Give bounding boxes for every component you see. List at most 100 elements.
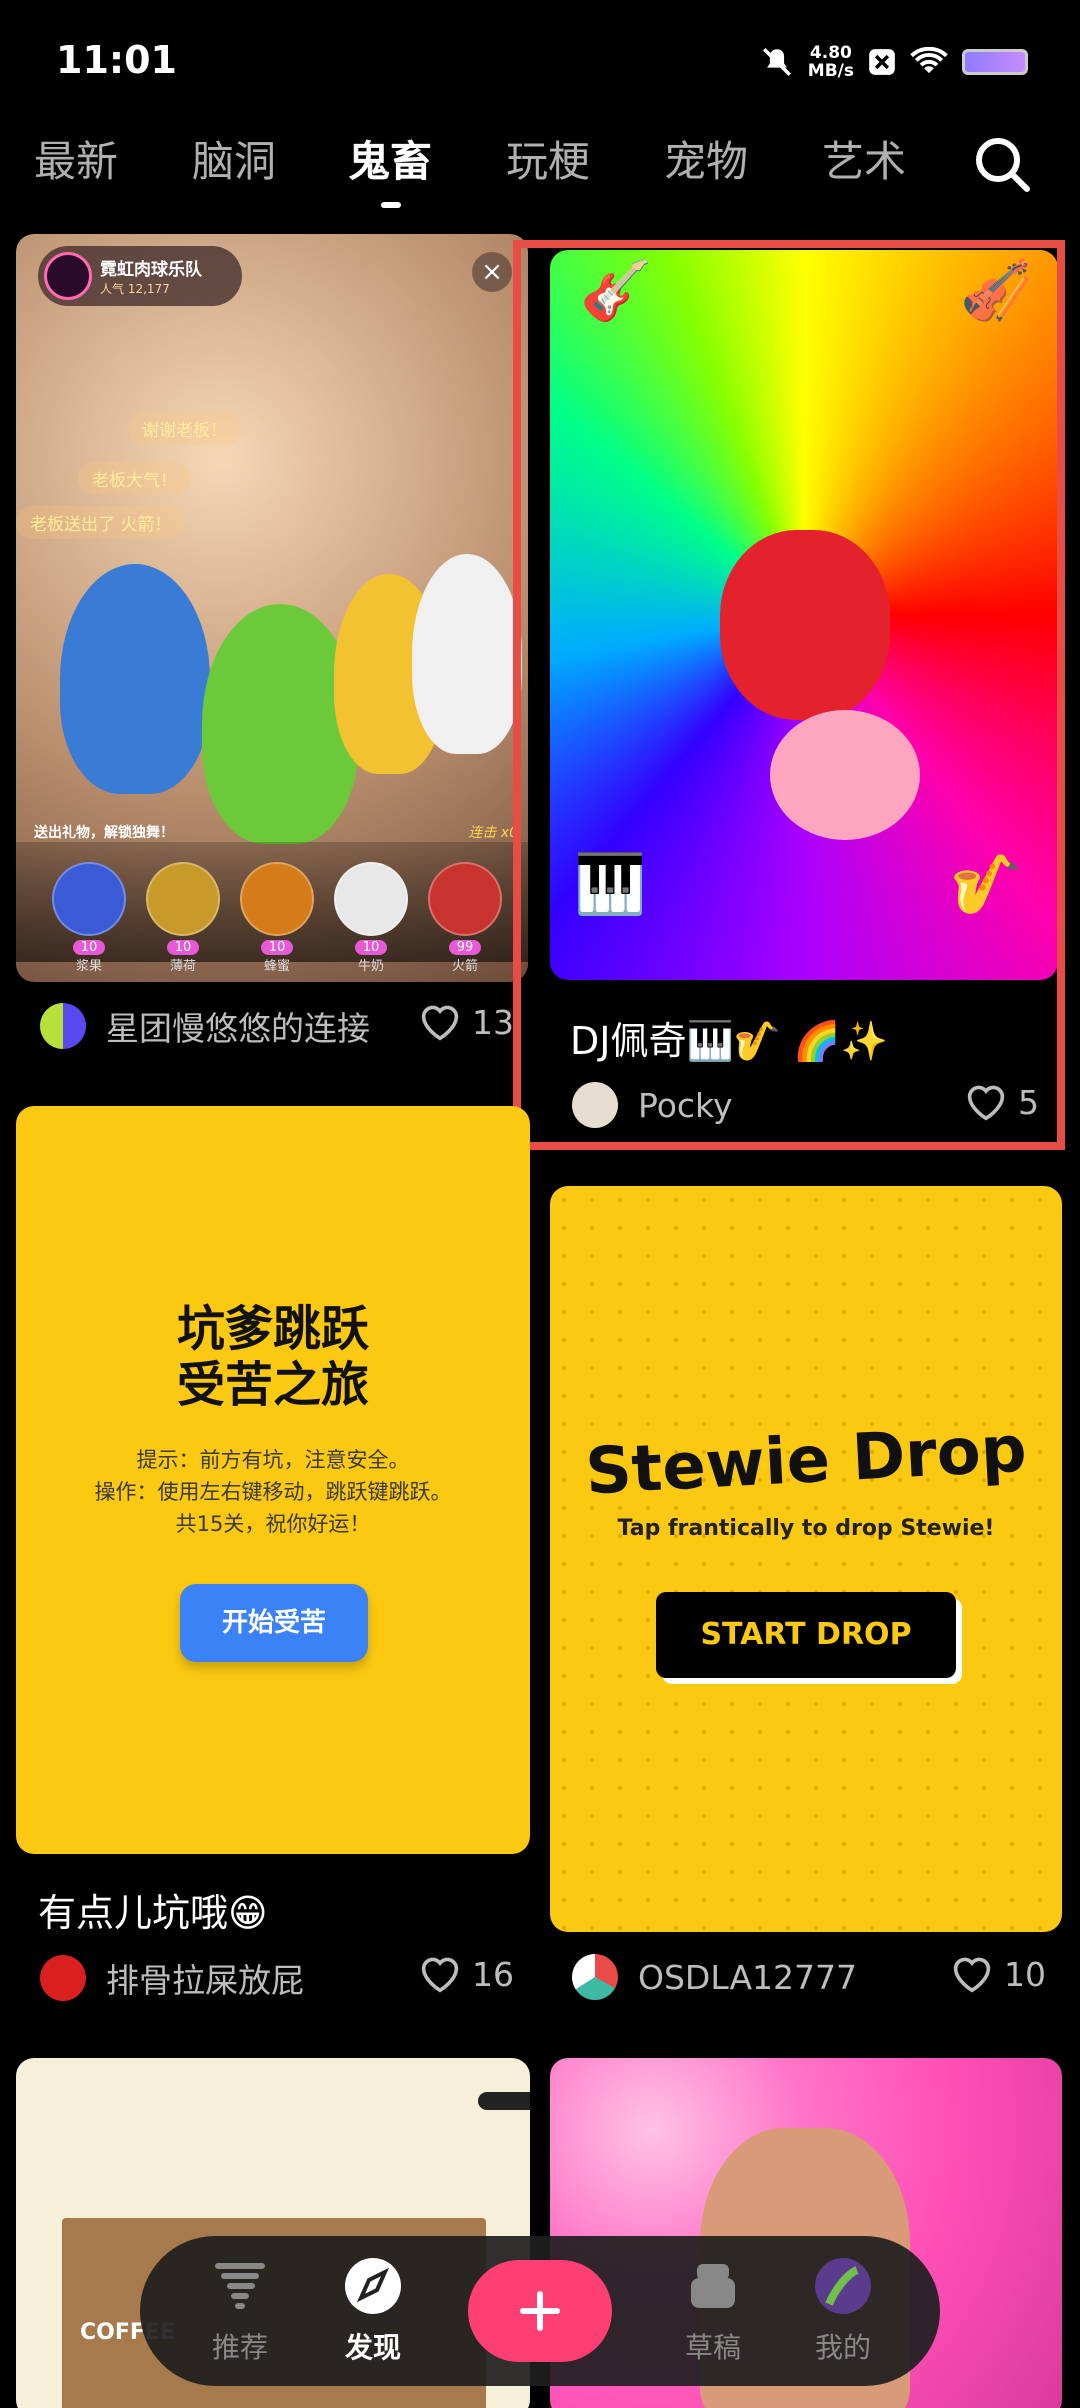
cat-blue-costume xyxy=(60,564,210,794)
nav-drafts[interactable]: 草稿 xyxy=(663,2254,763,2366)
category-tabs: 最新 脑洞 鬼畜 玩梗 宠物 艺术 xyxy=(0,128,1080,218)
gift-combo: 连击 x0 xyxy=(468,825,518,841)
gift-berry[interactable]: 10 浆果 xyxy=(52,862,126,974)
band-logo-icon xyxy=(44,252,92,300)
game-subtitle: Tap frantically to drop Stewie! xyxy=(617,1516,995,1541)
avatar xyxy=(40,1003,86,1049)
chat-bubble: 老板送出了 火箭！ xyxy=(16,506,186,539)
drafts-icon xyxy=(691,2264,735,2308)
game-tip: 共15关，祝你好运！ xyxy=(175,1512,371,1536)
gift-label: 火箭 xyxy=(451,959,478,974)
bottom-nav: 推荐 发现 草稿 我的 xyxy=(140,2236,940,2386)
like-button[interactable]: 16 xyxy=(418,1954,514,1994)
avatar xyxy=(572,1954,618,2000)
card-jump-game[interactable]: 坑爹跳跃 受苦之旅 提示：前方有坑，注意安全。 操作：使用左右键移动，跳跃键跳跃… xyxy=(16,1106,530,1854)
battery-icon xyxy=(962,49,1028,75)
card-live-room[interactable]: 霓虹肉球乐队 人气 12,177 × 谢谢老板！ 老板大气！ 老板送出了 火箭！… xyxy=(16,234,528,982)
create-button[interactable] xyxy=(468,2260,612,2362)
mint-icon xyxy=(146,862,220,936)
author-row[interactable]: 排骨拉屎放屁 xyxy=(40,1954,304,2002)
nav-mine[interactable]: 我的 xyxy=(793,2254,893,2366)
tab-latest[interactable]: 最新 xyxy=(34,128,118,189)
selection-highlight xyxy=(513,240,1065,1150)
heart-icon xyxy=(421,1005,459,1041)
tab-brainstorm[interactable]: 脑洞 xyxy=(192,128,276,189)
gift-row: 10 浆果 10 薄荷 10 蜂蜜 10 牛奶 99 火箭 xyxy=(16,842,528,974)
wifi-icon xyxy=(910,47,948,74)
author-row[interactable]: OSDLA12777 xyxy=(572,1954,857,2000)
gift-count: 99 xyxy=(448,940,482,955)
gift-count: 10 xyxy=(166,940,200,955)
compass-icon xyxy=(345,2258,401,2314)
gift-label: 牛奶 xyxy=(357,959,384,974)
game-tip: 提示：前方有坑，注意安全。 xyxy=(136,1448,410,1472)
author-row[interactable]: 星团慢悠悠的连接 xyxy=(40,1002,370,1050)
mute-bell-icon xyxy=(762,47,791,77)
like-button[interactable]: 13 xyxy=(418,1002,514,1042)
chat-bubble: 老板大气！ xyxy=(78,462,191,495)
active-tab-indicator xyxy=(381,202,401,208)
nav-discover[interactable]: 发现 xyxy=(323,2254,423,2366)
live-badge[interactable]: 霓虹肉球乐队 人气 12,177 xyxy=(38,246,242,306)
nav-label: 我的 xyxy=(814,2331,871,2364)
milk-icon xyxy=(334,862,408,936)
tornado-icon xyxy=(215,2263,265,2309)
like-button[interactable]: 10 xyxy=(950,1954,1046,1994)
tab-memes[interactable]: 玩梗 xyxy=(506,128,590,189)
gift-count: 10 xyxy=(72,940,106,955)
gift-rocket[interactable]: 99 火箭 xyxy=(428,862,502,974)
cat-green-costume xyxy=(202,604,358,844)
avatar xyxy=(40,1955,86,2001)
author-name: OSDLA12777 xyxy=(638,1957,858,1997)
start-suffering-button[interactable]: 开始受苦 xyxy=(180,1584,368,1662)
status-bar: 11:01 4.80 MB/s xyxy=(0,0,1080,120)
gift-label: 薄荷 xyxy=(169,959,196,974)
live-info: 霓虹肉球乐队 人气 12,177 xyxy=(100,255,202,297)
like-count: 16 xyxy=(472,1954,514,1994)
game-title-line2: 受苦之旅 xyxy=(176,1357,369,1413)
berry-icon xyxy=(52,862,126,936)
scroll-handle[interactable] xyxy=(478,2092,530,2110)
card-title[interactable]: 有点儿坑哦😁 xyxy=(38,1882,268,1937)
gift-hint: 送出礼物，解锁独舞！ xyxy=(34,825,174,841)
tab-guichu[interactable]: 鬼畜 xyxy=(348,128,432,189)
game-title-line1: 坑爹跳跃 xyxy=(176,1301,369,1357)
gift-milk[interactable]: 10 牛奶 xyxy=(334,862,408,974)
net-speed: 4.80 MB/s xyxy=(808,44,854,80)
tab-pets[interactable]: 宠物 xyxy=(664,128,748,189)
gift-count: 10 xyxy=(260,940,294,955)
nav-recommend[interactable]: 推荐 xyxy=(190,2254,290,2366)
heart-icon xyxy=(953,1957,991,1993)
author-name: 排骨拉屎放屁 xyxy=(106,1961,304,2000)
gift-mint[interactable]: 10 薄荷 xyxy=(146,862,220,974)
nav-label: 发现 xyxy=(344,2331,401,2364)
plus-icon-stroke xyxy=(537,2291,543,2331)
live-popularity: 人气 12,177 xyxy=(100,282,170,296)
avatar-icon xyxy=(815,2258,871,2314)
game-tip: 操作：使用左右键移动，跳跃键跳跃。 xyxy=(94,1480,452,1504)
card-stewie-drop[interactable]: Stewie Drop Tap frantically to drop Stew… xyxy=(550,1186,1062,1932)
honey-icon xyxy=(240,862,314,936)
net-speed-unit: MB/s xyxy=(807,61,854,81)
like-count: 13 xyxy=(472,1002,514,1042)
search-icon[interactable] xyxy=(972,134,1032,194)
gift-label: 蜂蜜 xyxy=(263,959,290,974)
author-name: 星团慢悠悠的连接 xyxy=(106,1009,370,1048)
nav-label: 推荐 xyxy=(211,2331,268,2364)
close-icon[interactable]: × xyxy=(472,252,512,292)
gift-count: 10 xyxy=(354,940,388,955)
nav-label: 草稿 xyxy=(684,2331,741,2364)
start-drop-button[interactable]: START DROP xyxy=(656,1592,956,1678)
net-speed-value: 4.80 xyxy=(809,43,852,63)
card-image xyxy=(550,1186,1062,1932)
clock: 11:01 xyxy=(56,38,177,82)
live-name: 霓虹肉球乐队 xyxy=(100,260,202,280)
gift-label: 浆果 xyxy=(75,959,102,974)
like-count: 10 xyxy=(1004,1954,1046,1994)
chat-bubble: 谢谢老板！ xyxy=(128,412,241,445)
status-icons: 4.80 MB/s xyxy=(760,44,1028,80)
tab-art[interactable]: 艺术 xyxy=(822,128,906,189)
heart-icon xyxy=(421,1957,459,1993)
gift-honey[interactable]: 10 蜂蜜 xyxy=(240,862,314,974)
cat-cow-costume xyxy=(412,554,522,754)
